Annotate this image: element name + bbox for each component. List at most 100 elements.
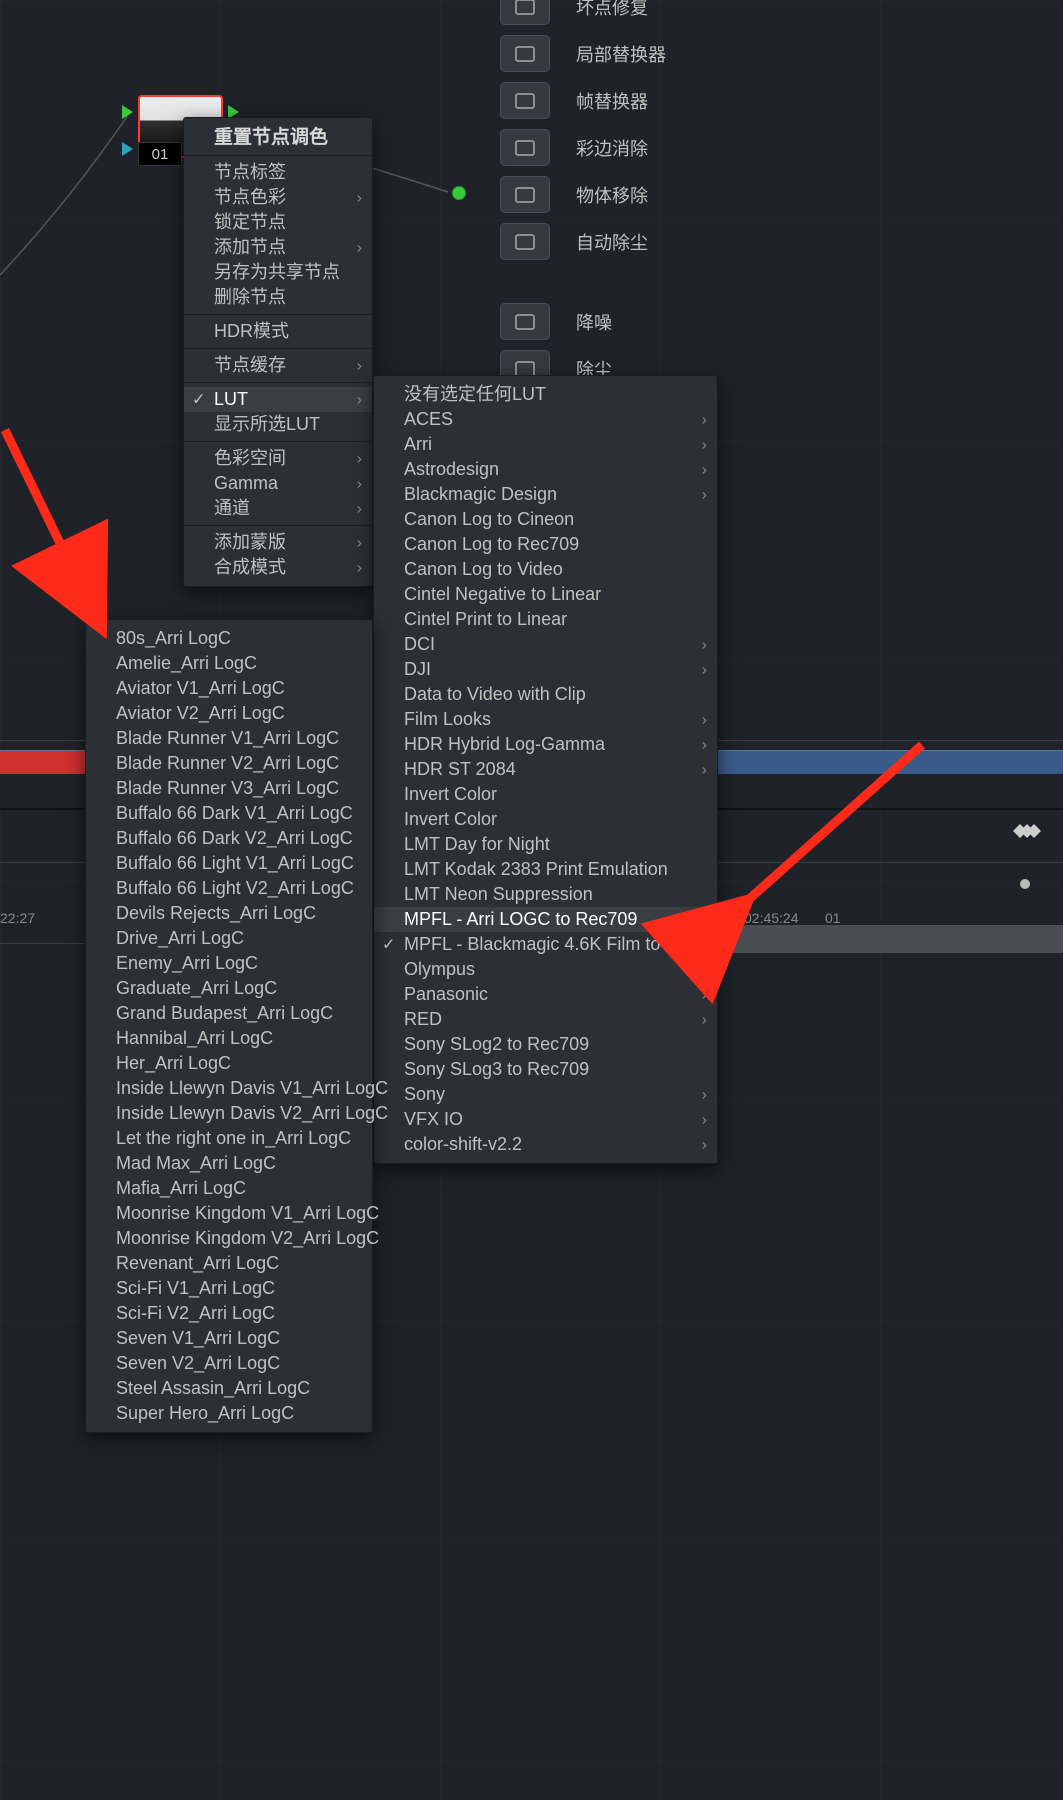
- lut-item[interactable]: Canon Log to Cineon: [374, 507, 717, 532]
- lut-item[interactable]: VFX IO›: [374, 1107, 717, 1132]
- lut-item[interactable]: MPFL - Arri LOGC to Rec709›: [374, 907, 717, 932]
- preset-item[interactable]: Moonrise Kingdom V2_Arri LogC: [86, 1226, 372, 1251]
- node-context-menu[interactable]: 重置节点调色节点标签节点色彩›锁定节点添加节点›另存为共享节点删除节点 HDR模式…: [183, 117, 373, 587]
- preset-item[interactable]: Blade Runner V3_Arri LogC: [86, 776, 372, 801]
- lut-item[interactable]: Astrodesign›: [374, 457, 717, 482]
- menu-item[interactable]: 通道›: [184, 496, 372, 521]
- lut-item[interactable]: Sony SLog3 to Rec709: [374, 1057, 717, 1082]
- menu-item[interactable]: 添加节点›: [184, 235, 372, 260]
- tool-object-remove[interactable]: 物体移除: [500, 171, 1050, 218]
- preset-item[interactable]: Graduate_Arri LogC: [86, 976, 372, 1001]
- menu-item[interactable]: 节点缓存›: [184, 353, 372, 378]
- tool-spot-repair[interactable]: 坏点修复: [500, 0, 1050, 30]
- preset-item[interactable]: Devils Rejects_Arri LogC: [86, 901, 372, 926]
- lut-item[interactable]: Invert Color: [374, 807, 717, 832]
- lut-item[interactable]: Cintel Print to Linear: [374, 607, 717, 632]
- preset-item[interactable]: Super Hero_Arri LogC: [86, 1401, 372, 1426]
- lut-item[interactable]: Film Looks›: [374, 707, 717, 732]
- tool-auto-dust[interactable]: 自动除尘: [500, 218, 1050, 265]
- menu-item[interactable]: 合成模式›: [184, 555, 372, 580]
- preset-item[interactable]: Grand Budapest_Arri LogC: [86, 1001, 372, 1026]
- preset-item[interactable]: Inside Llewyn Davis V1_Arri LogC: [86, 1076, 372, 1101]
- local-replace-icon: [500, 35, 550, 72]
- lut-item[interactable]: DCI›: [374, 632, 717, 657]
- chevron-right-icon: ›: [357, 185, 362, 210]
- preset-item[interactable]: Sci-Fi V1_Arri LogC: [86, 1276, 372, 1301]
- tool-local-replace[interactable]: 局部替换器: [500, 30, 1050, 77]
- preset-item[interactable]: Mad Max_Arri LogC: [86, 1151, 372, 1176]
- lut-item[interactable]: LMT Day for Night: [374, 832, 717, 857]
- lut-item[interactable]: Sony SLog2 to Rec709: [374, 1032, 717, 1057]
- preset-item[interactable]: Blade Runner V1_Arri LogC: [86, 726, 372, 751]
- preset-item[interactable]: Blade Runner V2_Arri LogC: [86, 751, 372, 776]
- chevron-right-icon: ›: [702, 657, 707, 682]
- chevron-right-icon: ›: [702, 482, 707, 507]
- lut-item[interactable]: color-shift-v2.2›: [374, 1132, 717, 1157]
- menu-item[interactable]: 节点色彩›: [184, 185, 372, 210]
- menu-item[interactable]: LUT✓›: [184, 387, 372, 412]
- lut-item[interactable]: LMT Neon Suppression: [374, 882, 717, 907]
- preset-item[interactable]: Buffalo 66 Light V2_Arri LogC: [86, 876, 372, 901]
- preset-item[interactable]: Moonrise Kingdom V1_Arri LogC: [86, 1201, 372, 1226]
- lut-item[interactable]: ACES›: [374, 407, 717, 432]
- preset-item[interactable]: Aviator V1_Arri LogC: [86, 676, 372, 701]
- menu-item[interactable]: 删除节点: [184, 285, 372, 310]
- lut-item[interactable]: Data to Video with Clip: [374, 682, 717, 707]
- preset-item[interactable]: Enemy_Arri LogC: [86, 951, 372, 976]
- preset-item[interactable]: Aviator V2_Arri LogC: [86, 701, 372, 726]
- menu-item[interactable]: 锁定节点: [184, 210, 372, 235]
- menu-item[interactable]: 色彩空间›: [184, 446, 372, 471]
- node-connection-dot-icon: [452, 186, 466, 200]
- menu-item[interactable]: Gamma›: [184, 471, 372, 496]
- preset-item[interactable]: Inside Llewyn Davis V2_Arri LogC: [86, 1101, 372, 1126]
- lut-item[interactable]: 没有选定任何LUT: [374, 382, 717, 407]
- preset-item[interactable]: Buffalo 66 Light V1_Arri LogC: [86, 851, 372, 876]
- preset-item[interactable]: Hannibal_Arri LogC: [86, 1026, 372, 1051]
- lut-item[interactable]: Arri›: [374, 432, 717, 457]
- menu-item[interactable]: HDR模式: [184, 319, 372, 344]
- menu-item[interactable]: 显示所选LUT: [184, 412, 372, 437]
- lut-item[interactable]: HDR Hybrid Log-Gamma›: [374, 732, 717, 757]
- preset-item[interactable]: Sci-Fi V2_Arri LogC: [86, 1301, 372, 1326]
- lut-preset-submenu[interactable]: 80s_Arri LogCAmelie_Arri LogCAviator V1_…: [85, 619, 373, 1433]
- lut-item[interactable]: Invert Color: [374, 782, 717, 807]
- preset-item[interactable]: Amelie_Arri LogC: [86, 651, 372, 676]
- preset-item[interactable]: Revenant_Arri LogC: [86, 1251, 372, 1276]
- preset-item[interactable]: Mafia_Arri LogC: [86, 1176, 372, 1201]
- lut-item[interactable]: Olympus›: [374, 957, 717, 982]
- tool-denoise[interactable]: 降噪: [500, 298, 1050, 345]
- preset-item[interactable]: 80s_Arri LogC: [86, 626, 372, 651]
- lut-submenu[interactable]: 没有选定任何LUTACES›Arri›Astrodesign›Blackmagi…: [373, 375, 718, 1164]
- preset-item[interactable]: Buffalo 66 Dark V1_Arri LogC: [86, 801, 372, 826]
- lut-item[interactable]: Panasonic›: [374, 982, 717, 1007]
- menu-title[interactable]: 重置节点调色: [184, 124, 372, 151]
- tool-frame-replace[interactable]: 帧替换器: [500, 77, 1050, 124]
- lut-item[interactable]: Canon Log to Rec709: [374, 532, 717, 557]
- preset-item[interactable]: Buffalo 66 Dark V2_Arri LogC: [86, 826, 372, 851]
- denoise-icon: [500, 303, 550, 340]
- preset-item[interactable]: Her_Arri LogC: [86, 1051, 372, 1076]
- menu-item[interactable]: 另存为共享节点: [184, 260, 372, 285]
- lut-item[interactable]: RED›: [374, 1007, 717, 1032]
- tool-edge-remove[interactable]: 彩边消除: [500, 124, 1050, 171]
- menu-item[interactable]: 添加蒙版›: [184, 530, 372, 555]
- tool-label: 自动除尘: [576, 229, 648, 255]
- lut-item[interactable]: MPFL - Blackmagic 4.6K Film to Rec709✓›: [374, 932, 717, 957]
- chevron-right-icon: ›: [357, 446, 362, 471]
- lut-item[interactable]: Cintel Negative to Linear: [374, 582, 717, 607]
- edge-remove-icon: [500, 129, 550, 166]
- chevron-right-icon: ›: [702, 707, 707, 732]
- preset-item[interactable]: Seven V1_Arri LogC: [86, 1326, 372, 1351]
- timecode-left: 22:27: [0, 910, 35, 926]
- preset-item[interactable]: Drive_Arri LogC: [86, 926, 372, 951]
- preset-item[interactable]: Steel Assasin_Arri LogC: [86, 1376, 372, 1401]
- lut-item[interactable]: DJI›: [374, 657, 717, 682]
- lut-item[interactable]: Sony›: [374, 1082, 717, 1107]
- preset-item[interactable]: Let the right one in_Arri LogC: [86, 1126, 372, 1151]
- menu-item[interactable]: 节点标签: [184, 160, 372, 185]
- lut-item[interactable]: Blackmagic Design›: [374, 482, 717, 507]
- preset-item[interactable]: Seven V2_Arri LogC: [86, 1351, 372, 1376]
- lut-item[interactable]: LMT Kodak 2383 Print Emulation: [374, 857, 717, 882]
- lut-item[interactable]: Canon Log to Video: [374, 557, 717, 582]
- lut-item[interactable]: HDR ST 2084›: [374, 757, 717, 782]
